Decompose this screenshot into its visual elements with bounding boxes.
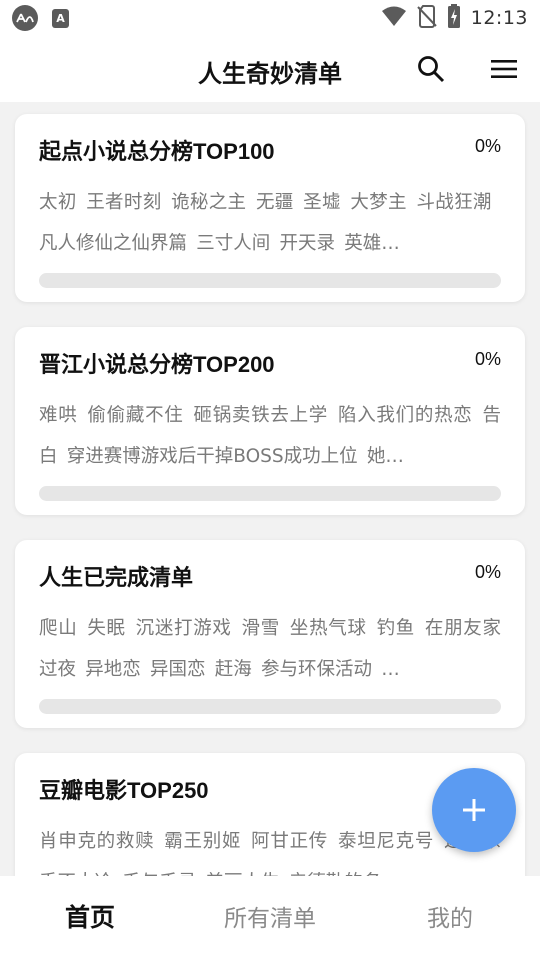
- list-card[interactable]: 晋江小说总分榜TOP200 0% 难哄 偷偷藏不住 砸锅卖铁去上学 陷入我们的热…: [15, 327, 525, 515]
- page-title: 人生奇妙清单: [198, 60, 342, 88]
- status-bar: A 12:13: [0, 0, 540, 36]
- nav-home-tab[interactable]: 首页: [0, 876, 180, 960]
- list-card-items: 爬山 失眠 沉迷打游戏 滑雪 坐热气球 钓鱼 在朋友家过夜 异地恋 异国恋 赶海…: [39, 618, 501, 680]
- app-header: 人生奇妙清单: [0, 36, 540, 102]
- status-time: 12:13: [470, 7, 528, 29]
- list-card[interactable]: 起点小说总分榜TOP100 0% 太初 王者时刻 诡秘之主 无疆 圣墟 大梦主 …: [15, 114, 525, 302]
- list-card-percent: 0%: [474, 136, 501, 156]
- list-card-percent: 0%: [474, 349, 501, 369]
- battery-charging-icon: [447, 4, 461, 32]
- no-sim-icon: [417, 4, 437, 32]
- menu-button[interactable]: [487, 52, 521, 86]
- list-feed[interactable]: 起点小说总分榜TOP100 0% 太初 王者时刻 诡秘之主 无疆 圣墟 大梦主 …: [0, 102, 540, 876]
- list-card-title: 起点小说总分榜TOP100: [39, 139, 275, 164]
- add-list-button[interactable]: [432, 768, 516, 852]
- search-button[interactable]: [414, 52, 448, 86]
- progress-bar: [39, 699, 501, 714]
- bottom-nav: 首页 所有清单 我的: [0, 876, 540, 960]
- app-logo-icon: [12, 5, 38, 31]
- a-notification-icon: A: [52, 8, 69, 28]
- hamburger-menu-icon: [491, 60, 517, 78]
- list-card[interactable]: 人生已完成清单 0% 爬山 失眠 沉迷打游戏 滑雪 坐热气球 钓鱼 在朋友家过夜…: [15, 540, 525, 728]
- search-icon: [418, 56, 445, 83]
- progress-bar: [39, 273, 501, 288]
- list-card-title: 人生已完成清单: [39, 565, 194, 590]
- list-card-items: 难哄 偷偷藏不住 砸锅卖铁去上学 陷入我们的热恋 告白 穿进赛博游戏后干掉BOS…: [39, 405, 501, 467]
- list-card-title: 豆瓣电影TOP250: [39, 778, 209, 803]
- list-card-percent: 0%: [474, 562, 501, 582]
- list-card-items: 肖申克的救赎 霸王别姬 阿甘正传 泰坦尼克号 这个杀手不太冷 千与千寻 美丽人生…: [39, 831, 501, 876]
- nav-all-lists-tab[interactable]: 所有清单: [180, 876, 360, 960]
- list-card-items: 太初 王者时刻 诡秘之主 无疆 圣墟 大梦主 斗战狂潮 凡人修仙之仙界篇 三寸人…: [39, 192, 501, 254]
- list-card-title: 晋江小说总分榜TOP200: [39, 352, 275, 377]
- progress-bar: [39, 486, 501, 501]
- wifi-icon: [381, 5, 407, 31]
- plus-icon: [463, 799, 485, 821]
- nav-profile-tab[interactable]: 我的: [360, 876, 540, 960]
